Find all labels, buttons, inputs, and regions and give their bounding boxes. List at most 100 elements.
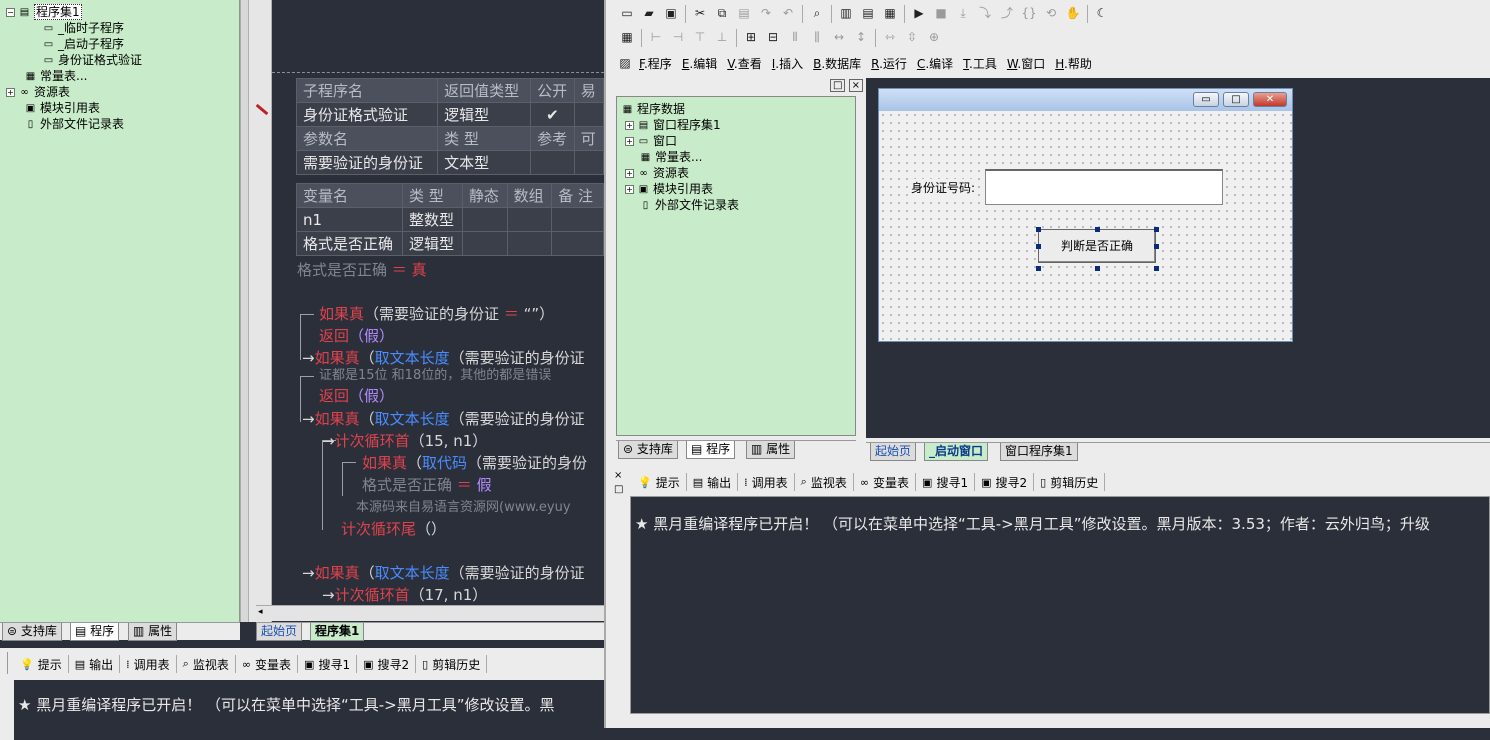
hand-icon[interactable]: ✋	[1062, 2, 1084, 24]
menu-help[interactable]: H.帮助	[1050, 55, 1097, 72]
expand-icon[interactable]: +	[625, 137, 634, 146]
tab-clip-history[interactable]: ▯ 剪辑历史	[1034, 473, 1106, 491]
maximize-icon[interactable]: □	[1223, 92, 1249, 107]
align-left-icon[interactable]: ⊢	[645, 26, 667, 48]
tab-output[interactable]: ▤ 输出	[69, 655, 121, 673]
center-v-icon[interactable]: ⊟	[762, 26, 784, 48]
center-h-icon[interactable]: ⊞	[740, 26, 762, 48]
cell-return-type[interactable]: 逻辑型	[437, 102, 532, 127]
run-icon[interactable]: ▶	[908, 2, 930, 24]
code-line-loop-end[interactable]: 计次循环尾（）	[341, 519, 446, 539]
resize-handle[interactable]	[1095, 227, 1100, 232]
resize-handle[interactable]	[1154, 244, 1159, 249]
layout-1-icon[interactable]: ▥	[835, 2, 857, 24]
black-moon-tool-icon[interactable]: ☾	[1091, 2, 1113, 24]
cell-note[interactable]	[551, 207, 604, 232]
align-center-icon[interactable]: ⊣	[667, 26, 689, 48]
tab-search1[interactable]: ▣ 搜寻1	[298, 655, 358, 673]
tree-item-window[interactable]: + ▭ 窗口	[625, 133, 677, 149]
menu-run[interactable]: R.运行	[866, 55, 912, 72]
cell-static[interactable]	[461, 207, 508, 232]
expand-icon[interactable]: +	[625, 185, 634, 194]
align-right-icon[interactable]: ⊤	[689, 26, 711, 48]
space-v-icon[interactable]: ⫼	[806, 26, 828, 48]
pin-icon[interactable]: □	[830, 79, 846, 92]
tab-startup-window[interactable]: _启动窗口	[924, 443, 989, 461]
tree-item-window-set[interactable]: + ▤ 窗口程序集1	[625, 117, 721, 133]
size-width-icon[interactable]: ⇿	[879, 26, 901, 48]
tab-window-set1[interactable]: 窗口程序集1	[1000, 443, 1078, 461]
cell-sub-name[interactable]: 身份证格式验证	[295, 102, 439, 127]
collapse-icon[interactable]: −	[6, 8, 15, 17]
tab-call-stack[interactable]: ⁞ 调用表	[738, 473, 795, 491]
code-line-assign[interactable]: 格式是否正确 ＝ 真	[297, 260, 427, 280]
form-window[interactable]: ▭ □ ✕ 身份证号码: 判断是否正确	[878, 88, 1293, 342]
code-line-loop1[interactable]: →计次循环首（15, n1）	[322, 431, 487, 451]
tree-item-constants[interactable]: ▦ 常量表...	[639, 149, 703, 165]
tree-item-external-files[interactable]: ▯ 外部文件记录表	[639, 197, 739, 213]
tree-item-resources[interactable]: + ∞ 资源表	[6, 84, 70, 100]
tab-variables[interactable]: ∞ 变量表	[854, 473, 917, 491]
new-file-icon[interactable]: ▭	[616, 2, 638, 24]
save-icon[interactable]: ▣	[660, 2, 682, 24]
tab-clip-history[interactable]: ▯ 剪辑历史	[416, 655, 488, 673]
resize-handle[interactable]	[1095, 266, 1100, 271]
tab-search1[interactable]: ▣ 搜寻1	[916, 473, 976, 491]
step-out-icon[interactable]: {}	[1018, 2, 1040, 24]
tab-call-stack[interactable]: ⁞ 调用表	[120, 655, 177, 673]
menu-insert[interactable]: I.插入	[767, 55, 808, 72]
cell-var-type[interactable]: 逻辑型	[401, 231, 463, 256]
form-titlebar[interactable]: ▭ □ ✕	[879, 89, 1292, 111]
code-line-if4[interactable]: 如果真（取代码（需要验证的身份	[362, 453, 587, 473]
same-width-icon[interactable]: ↔	[828, 26, 850, 48]
undo-icon[interactable]: ↶	[777, 2, 799, 24]
tab-search2[interactable]: ▣ 搜寻2	[975, 473, 1035, 491]
resize-handle[interactable]	[1036, 266, 1041, 271]
cell-param-name[interactable]: 需要验证的身份证	[295, 150, 439, 175]
code-line-if5[interactable]: →如果真（取文本长度（需要验证的身份证	[302, 563, 585, 583]
tab-properties[interactable]: ▥ 属性	[746, 441, 796, 459]
menu-edit[interactable]: E.编辑	[677, 55, 722, 72]
tree-item-program-data[interactable]: ▦ 程序数据	[621, 101, 685, 117]
menu-compile[interactable]: C.编译	[912, 55, 958, 72]
cell-public-check[interactable]: ✔	[530, 102, 575, 127]
space-h-icon[interactable]: ⫴	[784, 26, 806, 48]
resize-handle[interactable]	[1154, 266, 1159, 271]
expand-icon[interactable]: +	[625, 121, 634, 130]
scroll-left-icon[interactable]: ◂	[258, 607, 263, 617]
code-line-return2[interactable]: 返回（假）	[319, 386, 394, 406]
cell-optional[interactable]	[573, 150, 604, 175]
redo-icon[interactable]: ↷	[755, 2, 777, 24]
tab-output[interactable]: ▤ 输出	[687, 473, 739, 491]
tab-hint[interactable]: 💡 提示	[632, 473, 687, 491]
tree-item-startup-sub[interactable]: ▭ _启动子程序	[42, 36, 124, 52]
tree-item-resources[interactable]: + ∞ 资源表	[625, 165, 689, 181]
cell-array[interactable]	[506, 207, 553, 232]
cell-easy[interactable]	[573, 102, 604, 127]
layout-3-icon[interactable]: ▦	[879, 2, 901, 24]
code-line-return1[interactable]: 返回（假）	[319, 326, 394, 346]
tab-program[interactable]: ▤ 程序	[70, 623, 120, 641]
menu-program[interactable]: F.程序	[634, 55, 677, 72]
step-icon[interactable]: ⤓	[952, 2, 974, 24]
align-bottom-icon[interactable]: ⊥	[711, 26, 733, 48]
menu-view[interactable]: V.查看	[722, 55, 767, 72]
cell-ref[interactable]	[530, 150, 575, 175]
code-line-comment1[interactable]: 证都是15位 和18位的，其他的都是错误	[319, 366, 551, 386]
tree-item-constants[interactable]: ▦ 常量表...	[24, 68, 88, 84]
pin-icon[interactable]: □	[614, 484, 623, 495]
check-button[interactable]: 判断是否正确	[1038, 229, 1156, 263]
cut-icon[interactable]: ✂	[689, 2, 711, 24]
expand-icon[interactable]: +	[625, 169, 634, 178]
tab-watch[interactable]: ⌕ 监视表	[177, 655, 236, 673]
find-icon[interactable]: ⌕	[806, 2, 828, 24]
size-both-icon[interactable]: ⊕	[923, 26, 945, 48]
step-into-icon[interactable]: ⤵	[974, 2, 996, 24]
resize-handle[interactable]	[1154, 227, 1159, 232]
tree-item-module-refs[interactable]: ▣ 模块引用表	[24, 100, 100, 116]
tree-item-id-validate-sub[interactable]: ▭ 身份证格式验证	[42, 52, 142, 68]
panel-grip[interactable]	[0, 652, 8, 674]
cell-param-type[interactable]: 文本型	[437, 150, 532, 175]
tab-hint[interactable]: 💡 提示	[14, 655, 69, 673]
menu-tools[interactable]: T.工具	[958, 55, 1002, 72]
